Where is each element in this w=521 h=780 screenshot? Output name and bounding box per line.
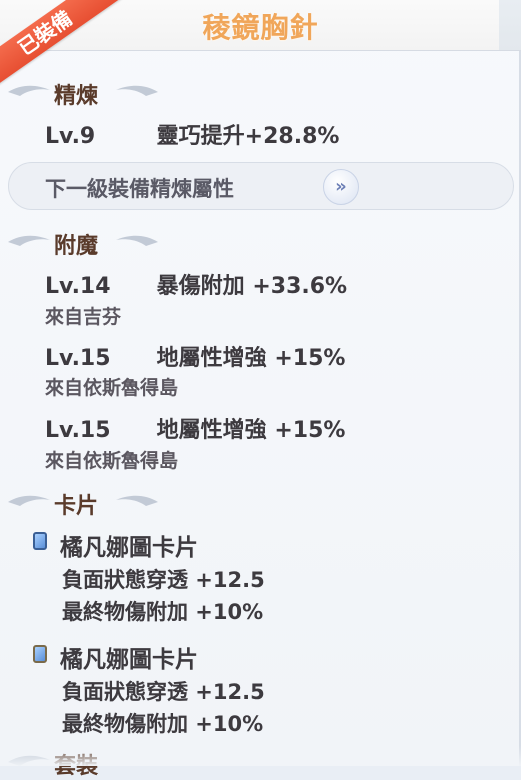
enchant-source: 來自依斯魯得島 — [45, 450, 179, 472]
bottom-fade — [0, 746, 521, 766]
header-bar: 稜鏡胸針 已裝備 — [0, 0, 521, 95]
double-chevron-right-icon[interactable]: » — [323, 169, 359, 205]
refine-level: Lv.9 — [45, 124, 96, 149]
card-name: 橘凡娜圖卡片 — [60, 647, 198, 673]
enchant-level: Lv.14 — [45, 274, 111, 299]
refine-row: Lv.9 靈巧提升+28.8% — [45, 118, 339, 150]
next-refine-label: 下一級裝備精煉屬性 — [45, 177, 234, 201]
card-stat: 最終物傷附加 +10% — [62, 712, 264, 736]
wing-right-icon — [116, 85, 158, 96]
refine-value: 靈巧提升+28.8% — [156, 124, 340, 149]
enchant-row: Lv.15 地屬性增強 +15% — [45, 412, 345, 444]
enchant-row: Lv.14 暴傷附加 +33.6% — [45, 268, 347, 300]
enchant-level: Lv.15 — [45, 418, 111, 443]
refine-section-title: 精煉 — [0, 72, 521, 110]
next-refine-attribute-button[interactable]: 下一級裝備精煉屬性 » — [8, 162, 514, 210]
card-name: 橘凡娜圖卡片 — [60, 535, 198, 561]
card-stat: 負面狀態穿透 +12.5 — [62, 680, 265, 704]
enchant-section-title: 附魔 — [0, 222, 521, 260]
header-side-shade — [499, 0, 521, 50]
wing-right-icon — [116, 495, 158, 506]
enchant-value: 地屬性增強 +15% — [156, 346, 346, 371]
card-title: 卡片 — [54, 494, 99, 519]
refine-title: 精煉 — [54, 84, 99, 109]
enchant-row: Lv.15 地屬性增強 +15% — [45, 340, 345, 372]
card-icon — [33, 532, 47, 550]
card-stat: 負面狀態穿透 +12.5 — [62, 568, 265, 592]
card-icon — [33, 645, 47, 663]
enchant-title: 附魔 — [54, 234, 99, 259]
wing-right-icon — [116, 235, 158, 246]
card-section-title: 卡片 — [0, 482, 521, 520]
enchant-level: Lv.15 — [45, 346, 111, 371]
card-stat: 最終物傷附加 +10% — [62, 600, 264, 624]
enchant-value: 暴傷附加 +33.6% — [156, 274, 348, 299]
enchant-value: 地屬性增強 +15% — [156, 418, 346, 443]
enchant-source: 來自依斯魯得島 — [45, 377, 179, 399]
item-detail-panel: 稜鏡胸針 已裝備 精煉 Lv.9 靈巧提升+28.8% 下一級裝備精煉屬性 » … — [0, 0, 521, 779]
enchant-source: 來自吉芬 — [45, 306, 122, 328]
